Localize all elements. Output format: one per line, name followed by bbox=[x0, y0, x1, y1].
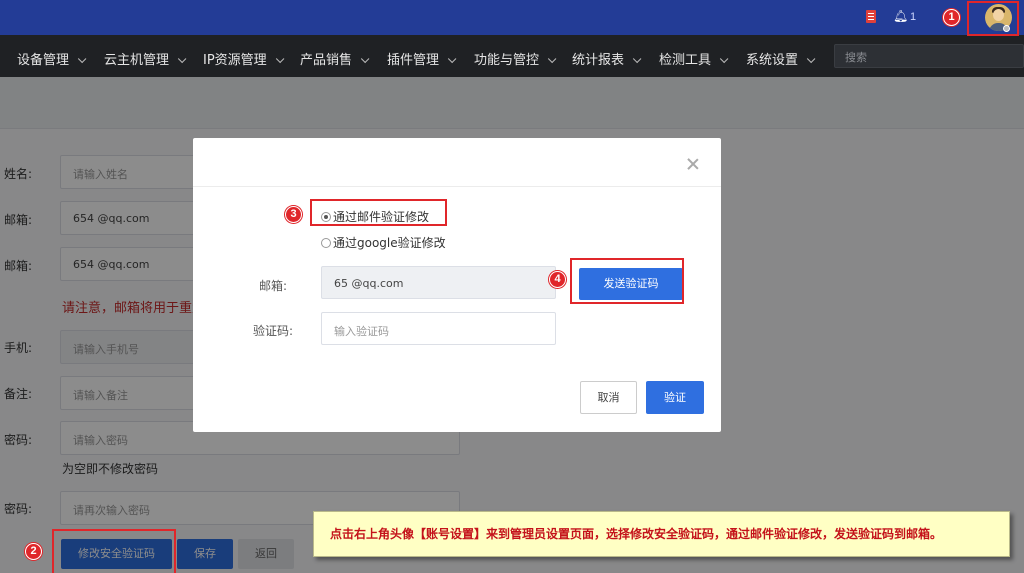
nav-label: 产品销售 bbox=[300, 53, 353, 68]
search-input[interactable]: 搜索 bbox=[834, 44, 1024, 68]
nav-item-cloud-host[interactable]: 云主机管理 bbox=[104, 49, 187, 68]
nav-item-tools[interactable]: 检测工具 bbox=[659, 49, 729, 68]
annotation-box-modify-button bbox=[52, 529, 176, 573]
dialog-divider bbox=[193, 186, 721, 187]
dialog-email-label: 邮箱: bbox=[259, 279, 288, 293]
chevron-down-icon bbox=[275, 54, 285, 64]
nav-label: 插件管理 bbox=[387, 53, 440, 68]
chevron-down-icon bbox=[447, 54, 457, 64]
step-2-marker: 2 bbox=[25, 543, 42, 560]
nav-label: 系统设置 bbox=[746, 53, 799, 68]
dialog-email-field: 65 @qq.com bbox=[321, 266, 556, 299]
radio-unchecked-icon bbox=[321, 238, 331, 248]
annotation-box-email-option bbox=[310, 199, 447, 226]
top-bar: 🔔︎ 1 bbox=[0, 0, 1024, 35]
instruction-callout: 点击右上角头像【账号设置】来到管理员设置页面，选择修改安全验证码，通过邮件验证修… bbox=[313, 511, 1010, 557]
nav-label: 统计报表 bbox=[572, 53, 625, 68]
chevron-down-icon bbox=[547, 54, 557, 64]
radio-google-verify[interactable]: 通过google验证修改 bbox=[321, 234, 446, 251]
close-icon[interactable] bbox=[687, 158, 699, 170]
nav-item-plugins[interactable]: 插件管理 bbox=[387, 49, 457, 68]
notification-count: 1 bbox=[910, 11, 917, 23]
nav-label: IP资源管理 bbox=[203, 53, 267, 68]
step-3-marker: 3 bbox=[285, 206, 302, 223]
nav-item-device[interactable]: 设备管理 bbox=[17, 49, 87, 68]
verify-button[interactable]: 验证 bbox=[646, 381, 704, 414]
cancel-button[interactable]: 取消 bbox=[580, 381, 637, 414]
nav-item-reports[interactable]: 统计报表 bbox=[572, 49, 642, 68]
chevron-down-icon bbox=[719, 54, 729, 64]
nav-item-settings[interactable]: 系统设置 bbox=[746, 49, 816, 68]
document-icon[interactable] bbox=[866, 10, 876, 23]
nav-label: 检测工具 bbox=[659, 53, 712, 68]
chevron-down-icon bbox=[360, 54, 370, 64]
chevron-down-icon bbox=[77, 54, 87, 64]
nav-label: 功能与管控 bbox=[474, 53, 540, 68]
annotation-box-avatar bbox=[967, 1, 1019, 36]
chevron-down-icon bbox=[632, 54, 642, 64]
nav-label: 云主机管理 bbox=[104, 53, 170, 68]
chevron-down-icon bbox=[806, 54, 816, 64]
nav-label: 设备管理 bbox=[17, 53, 70, 68]
nav-item-ip-resource[interactable]: IP资源管理 bbox=[203, 49, 285, 68]
nav-item-product-sales[interactable]: 产品销售 bbox=[300, 49, 370, 68]
code-label: 验证码: bbox=[253, 324, 294, 338]
chevron-down-icon bbox=[177, 54, 187, 64]
bell-icon[interactable]: 🔔︎ bbox=[893, 9, 908, 23]
step-1-marker: 1 bbox=[943, 9, 960, 26]
code-input[interactable]: 输入验证码 bbox=[321, 312, 556, 345]
annotation-box-send-code bbox=[570, 258, 684, 304]
radio-label: 通过google验证修改 bbox=[333, 236, 446, 250]
step-4-marker: 4 bbox=[549, 271, 566, 288]
nav-item-function-control[interactable]: 功能与管控 bbox=[474, 49, 557, 68]
